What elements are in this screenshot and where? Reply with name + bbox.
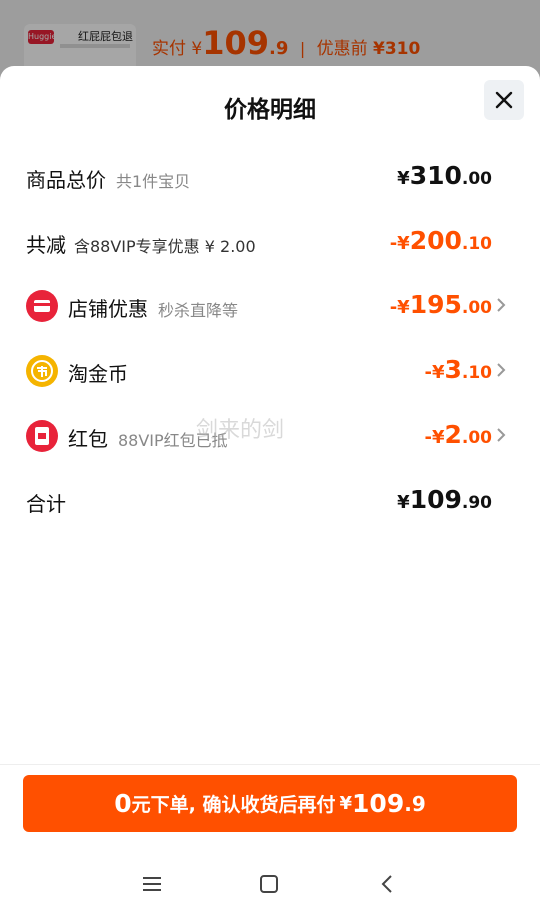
- total-reduce-label: 共减 含88VIP专享优惠 ¥ 2.00: [26, 233, 256, 257]
- pay-zero: 0: [114, 789, 132, 818]
- goods-count: 共1件宝贝: [116, 172, 191, 191]
- red-packet-amount: -¥2.00: [424, 420, 492, 449]
- chevron-right-icon: [497, 298, 506, 312]
- home-square-icon: [260, 875, 278, 893]
- pay-int: 109: [352, 789, 405, 818]
- close-button[interactable]: [484, 80, 524, 120]
- system-nav-bar: [0, 850, 540, 918]
- pay-text: 元下单, 确认收货后再付: [131, 794, 336, 816]
- footer-divider: [0, 764, 540, 765]
- pay-later-button[interactable]: 0 元下单, 确认收货后再付 ¥109.9: [23, 775, 517, 832]
- coin-icon: [26, 355, 58, 387]
- chevron-right-icon: [497, 428, 506, 442]
- goods-total-label: 商品总价 共1件宝贝: [26, 168, 191, 192]
- goods-total-amount: ¥310.00: [397, 161, 492, 190]
- menu-nav-button[interactable]: [137, 870, 167, 898]
- chevron-right-icon: [497, 363, 506, 377]
- row-sum: 合计 ¥109.90: [0, 476, 540, 526]
- watermark-text: 剑来的剑: [196, 418, 285, 443]
- row-goods-total: 商品总价 共1件宝贝 ¥310.00: [0, 152, 540, 202]
- sum-amount: ¥109.90: [397, 485, 492, 514]
- total-reduce-amount: -¥200.10: [389, 226, 492, 255]
- back-nav-button[interactable]: [372, 870, 402, 898]
- taojinbi-label: 淘金币: [68, 362, 128, 386]
- shop-icon: [26, 290, 58, 322]
- pay-dec: .9: [404, 791, 426, 816]
- menu-icon: [143, 877, 161, 891]
- sum-label: 合计: [26, 492, 66, 516]
- shop-discount-label: 店铺优惠 秒杀直降等: [68, 297, 239, 321]
- taojinbi-amount: -¥3.10: [424, 355, 492, 384]
- close-icon: [495, 91, 513, 109]
- home-nav-button[interactable]: [254, 870, 284, 898]
- pay-yen: ¥: [339, 793, 353, 814]
- row-total-reduce: 共减 含88VIP专享优惠 ¥ 2.00 -¥200.10: [0, 217, 540, 267]
- sheet-title: 价格明细: [224, 97, 316, 123]
- back-chevron-icon: [381, 875, 392, 893]
- shop-discount-amount: -¥195.00: [389, 290, 492, 319]
- shop-discount-note: 秒杀直降等: [158, 301, 239, 320]
- vip-discount-note: 含88VIP专享优惠 ¥ 2.00: [74, 237, 256, 256]
- red-packet-icon: [26, 420, 58, 452]
- row-shop-discount[interactable]: 店铺优惠 秒杀直降等 -¥195.00: [0, 281, 540, 331]
- row-taojinbi[interactable]: 淘金币 -¥3.10: [0, 346, 540, 396]
